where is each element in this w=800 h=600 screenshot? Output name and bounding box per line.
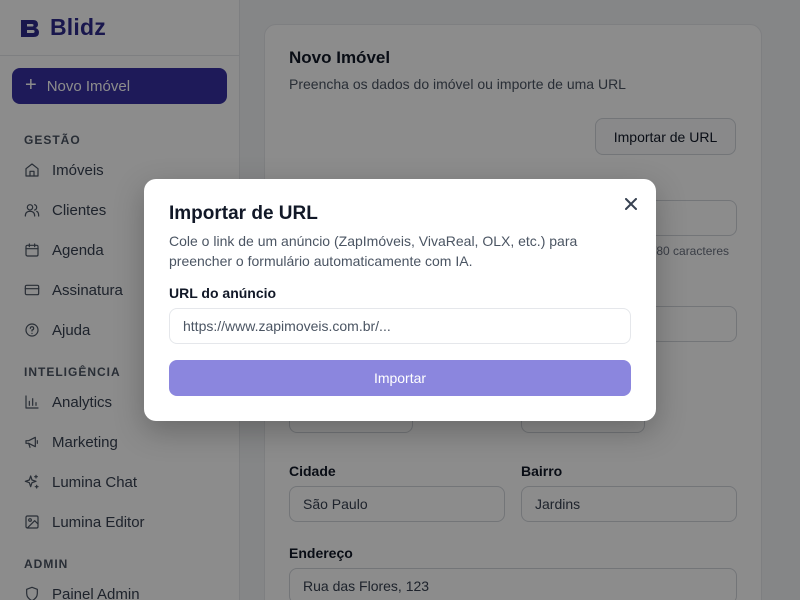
dialog-title: Importar de URL bbox=[169, 203, 318, 224]
url-input[interactable] bbox=[169, 308, 631, 344]
url-label: URL do anúncio bbox=[169, 285, 277, 301]
close-button[interactable] bbox=[622, 195, 640, 213]
dialog-description: Cole o link de um anúncio (ZapImóveis, V… bbox=[169, 233, 578, 269]
close-icon bbox=[625, 198, 637, 210]
import-url-dialog: Importar de URL Cole o link de um anúnci… bbox=[144, 179, 656, 421]
import-submit-button[interactable]: Importar bbox=[169, 360, 631, 396]
